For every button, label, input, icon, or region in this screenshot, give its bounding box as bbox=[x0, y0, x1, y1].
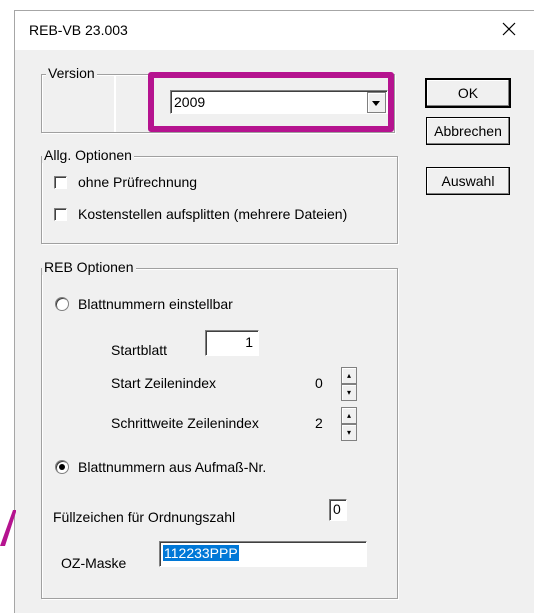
start-sheet-label: Startblatt bbox=[111, 342, 168, 358]
split-cost-centers-label: Kostenstellen aufsplitten (mehrere Datei… bbox=[78, 206, 348, 222]
start-row-index-value: 0 bbox=[315, 375, 323, 391]
row-index-step-spinner[interactable]: ▴ ▾ bbox=[341, 407, 357, 441]
title-bar: REB-VB 23.003 bbox=[15, 11, 534, 50]
close-icon[interactable] bbox=[497, 17, 521, 41]
fill-char-input[interactable]: 0 bbox=[329, 499, 347, 521]
window-title: REB-VB 23.003 bbox=[29, 22, 128, 38]
start-sheet-value: 1 bbox=[245, 334, 253, 350]
radio-adjustable[interactable] bbox=[55, 297, 69, 311]
radio-from-measurement-label: Blattnummern aus Aufmaß-Nr. bbox=[78, 459, 267, 475]
oz-mask-label: OZ-Maske bbox=[61, 555, 127, 571]
ok-button[interactable]: OK bbox=[426, 79, 510, 107]
version-legend: Version bbox=[46, 65, 97, 81]
select-button[interactable]: Auswahl bbox=[426, 167, 510, 195]
radio-from-measurement[interactable] bbox=[55, 460, 69, 474]
no-check-calc-label: ohne Prüfrechnung bbox=[78, 174, 198, 190]
fill-char-label: Füllzeichen für Ordnungszahl bbox=[53, 509, 236, 525]
row-index-step-label: Schrittweite Zeilenindex bbox=[111, 415, 259, 431]
annotation-arrow bbox=[0, 508, 16, 548]
split-cost-centers-checkbox[interactable] bbox=[54, 208, 67, 221]
start-row-index-label: Start Zeilenindex bbox=[111, 375, 217, 391]
reb-options-legend: REB Optionen bbox=[42, 259, 136, 275]
version-group: Version bbox=[41, 65, 115, 133]
cancel-button[interactable]: Abbrechen bbox=[426, 117, 510, 145]
annotation-highlight bbox=[148, 72, 394, 132]
oz-mask-input[interactable]: 112233PPP bbox=[159, 541, 367, 567]
start-row-index-spinner[interactable]: ▴ ▾ bbox=[341, 367, 357, 401]
radio-selected-dot bbox=[59, 464, 65, 470]
fill-char-value: 0 bbox=[333, 501, 341, 517]
oz-mask-value: 112233PPP bbox=[163, 545, 239, 561]
radio-adjustable-label: Blattnummern einstellbar bbox=[78, 296, 233, 312]
no-check-calc-checkbox[interactable] bbox=[54, 176, 67, 189]
general-options-legend: Allg. Optionen bbox=[42, 147, 134, 163]
row-index-step-value: 2 bbox=[315, 415, 323, 431]
general-options-group: Allg. Optionen bbox=[41, 147, 398, 244]
start-sheet-input[interactable]: 1 bbox=[205, 330, 259, 356]
